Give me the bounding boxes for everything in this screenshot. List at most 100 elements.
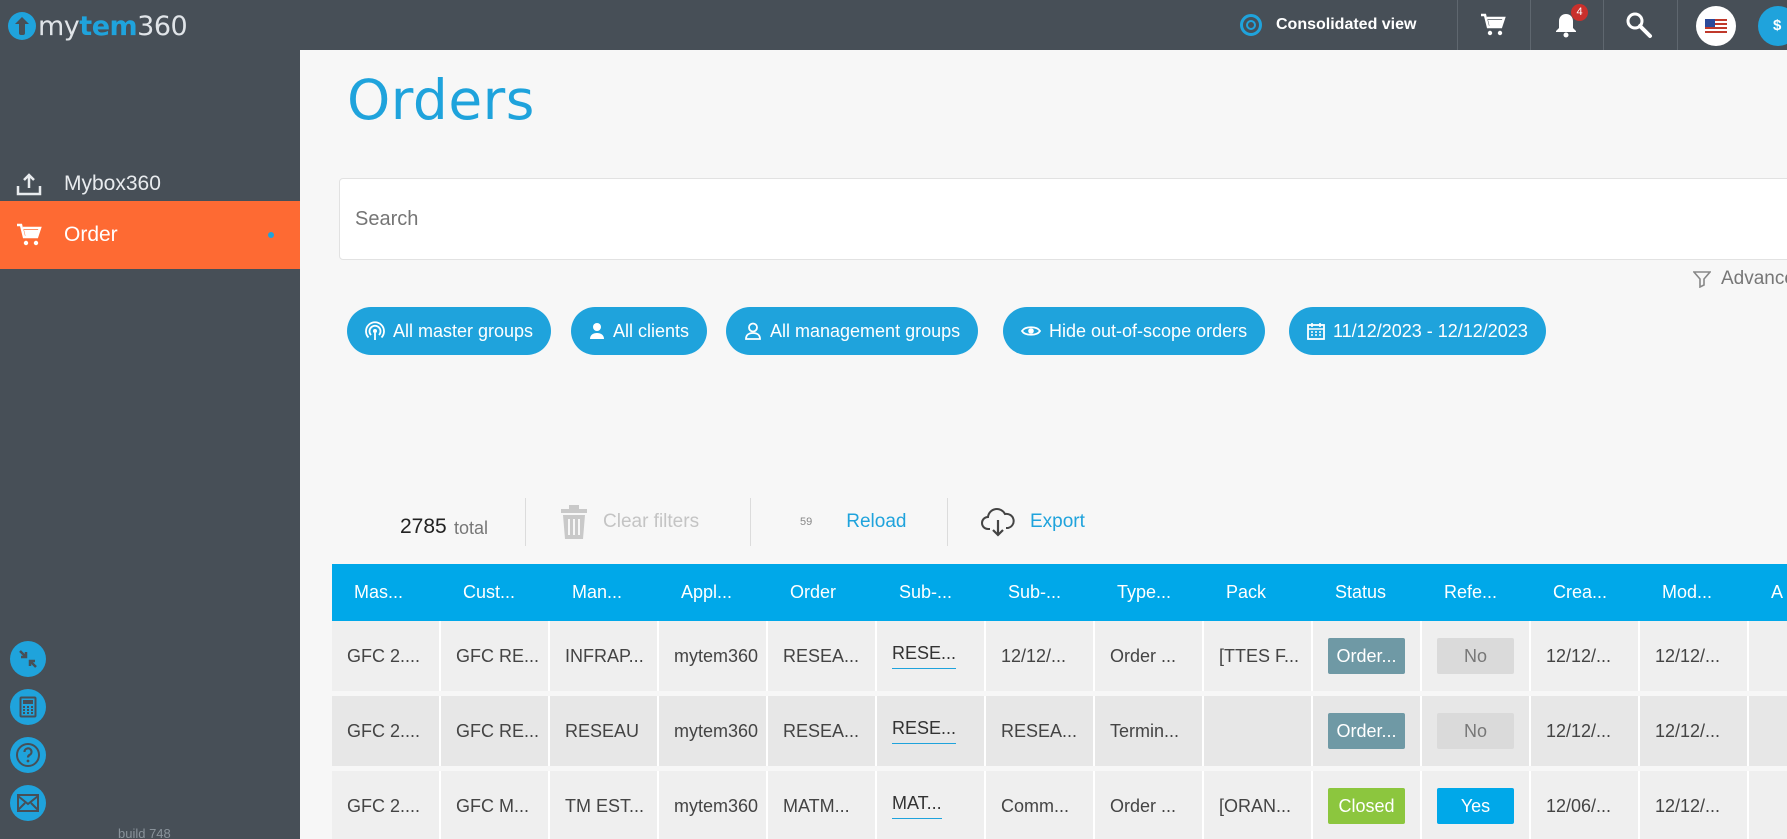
- filter-label: Hide out-of-scope orders: [1049, 320, 1248, 341]
- table-cell: 12/12/...: [1640, 771, 1749, 839]
- column-header[interactable]: Refe...: [1422, 564, 1531, 621]
- top-bar: mytem360 Consolidated view 4 $: [0, 0, 1787, 50]
- filter-management-groups[interactable]: All management groups: [726, 307, 979, 355]
- status-badge: Closed: [1328, 788, 1405, 824]
- column-header[interactable]: Man...: [550, 564, 659, 621]
- filter-master-groups[interactable]: All master groups: [347, 307, 552, 355]
- language-button[interactable]: [1696, 6, 1736, 46]
- table-cell: 12/12/...: [1531, 621, 1640, 691]
- sidebar-item-label: Mybox360: [64, 172, 161, 195]
- column-header[interactable]: Mod...: [1640, 564, 1749, 621]
- table-cell: No: [1422, 621, 1531, 691]
- broadcast-icon: [365, 321, 385, 340]
- table-cell: GFC M...: [441, 771, 550, 839]
- table-cell: RESEA...: [768, 621, 877, 691]
- table-row[interactable]: GFC 2.... GFC M... TM EST... mytem360 MA…: [332, 771, 1787, 839]
- table-cell: Order...: [1313, 696, 1422, 766]
- table-cell: Order ...: [1095, 621, 1204, 691]
- column-header[interactable]: Type...: [1095, 564, 1204, 621]
- filter-hide-out-of-scope[interactable]: Hide out-of-scope orders: [1003, 307, 1266, 355]
- divider: [750, 498, 751, 546]
- collapse-icon: [19, 650, 37, 668]
- user-outline-icon: [745, 322, 761, 340]
- column-header[interactable]: Appl...: [659, 564, 768, 621]
- export-button[interactable]: Export: [980, 500, 1085, 544]
- table-cell: GFC RE...: [441, 621, 550, 691]
- table-cell: Yes: [1422, 771, 1531, 839]
- collapse-button[interactable]: [10, 641, 46, 677]
- build-version: build 748: [118, 826, 171, 839]
- column-header[interactable]: Sub-...: [986, 564, 1095, 621]
- consolidated-view-toggle[interactable]: Consolidated view: [1240, 0, 1416, 50]
- us-flag-icon: [1705, 19, 1727, 33]
- table-row[interactable]: GFC 2.... GFC RE... INFRAP... mytem360 R…: [332, 621, 1787, 691]
- table-header: Mas... Cust... Man... Appl... Order Sub-…: [332, 564, 1787, 621]
- table-cell: RESEA...: [768, 696, 877, 766]
- table-row[interactable]: GFC 2.... GFC RE... RESEAU mytem360 RESE…: [332, 696, 1787, 766]
- filter-label: 11/12/2023 - 12/12/2023: [1333, 320, 1528, 341]
- cart-icon: [1481, 13, 1506, 36]
- sidebar-item-order[interactable]: Order: [0, 201, 300, 269]
- column-header[interactable]: Crea...: [1531, 564, 1640, 621]
- mail-icon: [17, 794, 39, 812]
- table-cell: [1749, 771, 1787, 839]
- help-button[interactable]: [10, 737, 46, 773]
- table-cell: [1204, 696, 1313, 766]
- table-cell: 12/12/...: [1640, 621, 1749, 691]
- column-header[interactable]: A: [1749, 564, 1787, 621]
- search-button[interactable]: [1609, 0, 1669, 50]
- trash-icon: [561, 505, 587, 539]
- sub-order-link[interactable]: RESE...: [892, 643, 957, 669]
- status-badge: Order...: [1328, 713, 1405, 749]
- notifications-button[interactable]: 4: [1536, 0, 1596, 50]
- divider: [1457, 0, 1458, 50]
- cart-icon: [12, 223, 46, 247]
- column-header[interactable]: Mas...: [332, 564, 441, 621]
- column-header[interactable]: Pack: [1204, 564, 1313, 621]
- table-cell: RESEAU: [550, 696, 659, 766]
- table-cell: GFC 2....: [332, 771, 441, 839]
- column-header[interactable]: Status: [1313, 564, 1422, 621]
- calculator-button[interactable]: [10, 689, 46, 725]
- table-cell: 12/12/...: [1640, 696, 1749, 766]
- contact-button[interactable]: [10, 785, 46, 821]
- column-header[interactable]: Cust...: [441, 564, 550, 621]
- filter-label: All management groups: [770, 320, 961, 341]
- reference-badge: No: [1437, 638, 1514, 674]
- reload-countdown: 59: [800, 516, 813, 528]
- table-cell: 12/12/...: [1531, 696, 1640, 766]
- table-cell: RESEA...: [986, 696, 1095, 766]
- reference-badge: Yes: [1437, 788, 1514, 824]
- reload-button[interactable]: 59 Reload: [800, 500, 906, 544]
- total-label: total: [454, 518, 489, 538]
- sub-order-link[interactable]: MAT...: [892, 793, 942, 819]
- table-cell: Order ...: [1095, 771, 1204, 839]
- advanced-filter-button[interactable]: Advanced: [1693, 268, 1787, 290]
- cart-button[interactable]: [1463, 0, 1523, 50]
- cloud-download-icon: [981, 508, 1015, 537]
- search-input[interactable]: [339, 178, 1787, 260]
- table-cell: GFC RE...: [441, 696, 550, 766]
- filter-icon: [1693, 271, 1711, 288]
- active-indicator: [268, 232, 274, 238]
- currency-button[interactable]: $: [1758, 6, 1787, 46]
- clear-filters-button[interactable]: Clear filters: [559, 500, 699, 544]
- sub-order-link[interactable]: RESE...: [892, 718, 957, 744]
- filter-date-range[interactable]: 11/12/2023 - 12/12/2023: [1289, 307, 1546, 355]
- export-label: Export: [1030, 511, 1085, 532]
- filter-clients[interactable]: All clients: [571, 307, 708, 355]
- column-header[interactable]: Order: [768, 564, 877, 621]
- divider: [1530, 0, 1531, 50]
- divider: [947, 498, 948, 546]
- app-logo[interactable]: mytem360: [8, 10, 188, 42]
- table-cell: TM EST...: [550, 771, 659, 839]
- reference-badge: No: [1437, 713, 1514, 749]
- column-header[interactable]: Sub-...: [877, 564, 986, 621]
- table-cell: 12/12/...: [986, 621, 1095, 691]
- sidebar: Mybox360 Order build 748: [0, 50, 300, 839]
- total-count: 2785: [400, 515, 447, 538]
- calculator-icon: [19, 696, 37, 718]
- table-cell: Termin...: [1095, 696, 1204, 766]
- search-icon: [1626, 12, 1652, 38]
- reload-label: Reload: [846, 511, 907, 532]
